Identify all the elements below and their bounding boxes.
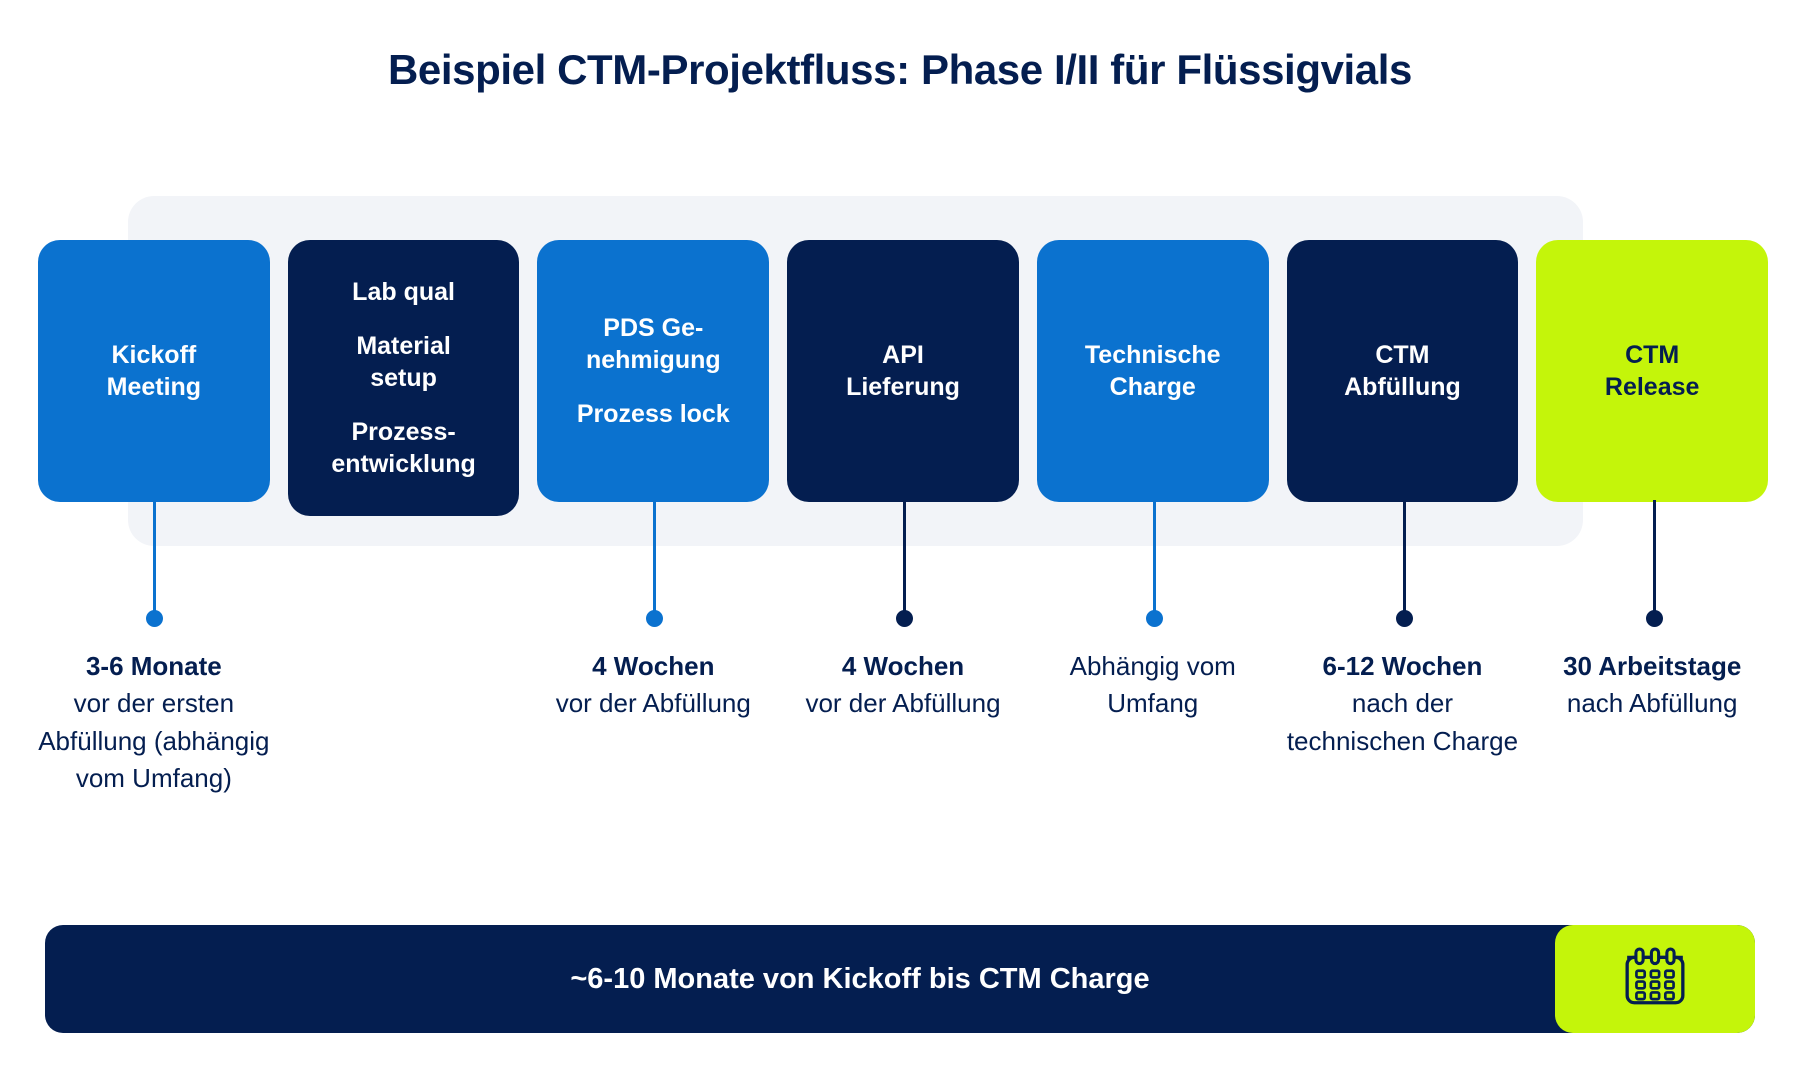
connector-line [903, 500, 906, 618]
caption-rest: vor der Abfüllung [555, 688, 751, 719]
connector-dot [1146, 610, 1163, 627]
stage-box-kickoff-meeting[interactable]: Kickoff Meeting [38, 240, 270, 502]
caption-lead: 3-6 Monate [85, 651, 222, 681]
stage-box-api-lieferung[interactable]: API Lieferung [787, 240, 1019, 502]
connector-dot [646, 610, 663, 627]
stage-label: Material setup [356, 332, 451, 392]
connector-line [153, 500, 156, 618]
stage-label: Technische Charge [1084, 341, 1221, 401]
caption-rest: vor der Abfüllung [805, 688, 1001, 719]
stage-label: Prozess lock [576, 400, 730, 428]
stage-label: CTM Release [1604, 341, 1700, 401]
caption-api-timing: 4 Wochen vor der Abfüllung [787, 648, 1019, 723]
connector-line [1153, 500, 1156, 618]
connector-line [1653, 500, 1656, 618]
stage-label: Kickoff Meeting [106, 341, 202, 401]
page-title: Beispiel CTM-Projektfluss: Phase I/II fü… [387, 46, 1412, 93]
stage-label: Lab qual [352, 278, 455, 306]
stage-label: PDS Ge-nehmigung [585, 314, 721, 374]
stage-box-technische-charge[interactable]: Technische Charge [1036, 240, 1269, 502]
caption-lead: 30 Arbeitstage [1563, 651, 1742, 681]
caption-pds-timing: 4 Wochen vor der Abfüllung [537, 648, 769, 723]
stage-box-pds-genehmigung[interactable]: PDS Ge-nehmigung Prozess lock [537, 240, 770, 502]
footer-summary-text: ~6-10 Monate von Kickoff bis CTM Charge [570, 962, 1150, 995]
connector-dot [146, 610, 163, 627]
connector-group [0, 500, 1800, 640]
footer-icon-panel [1555, 925, 1755, 1033]
calendar-icon [1625, 947, 1685, 1005]
caption-rest: nach der technischen Charge [1286, 688, 1519, 756]
footer-summary-bar: ~6-10 Monate von Kickoff bis CTM Charge [45, 925, 1755, 1033]
stage-box-ctm-release[interactable]: CTM Release [1536, 240, 1769, 502]
connector-dot [1646, 610, 1663, 627]
caption-lead: 6-12 Wochen [1322, 651, 1483, 681]
caption-ctm-release-timing: 30 Arbeitstage nach Abfüllung [1536, 648, 1768, 723]
caption-rest: vor der ersten Abfüllung (abhängig vom U… [38, 688, 270, 794]
connector-dot [1396, 610, 1413, 627]
stage-label: Prozess-entwicklung [331, 418, 476, 478]
caption-kickoff-timing: 3-6 Monate vor der ersten Abfüllung (abhä… [38, 648, 270, 798]
connector-dot [896, 610, 913, 627]
stage-label: API Lieferung [846, 341, 960, 401]
stage-label: CTM Abfüllung [1344, 341, 1461, 401]
caption-lead: 4 Wochen [592, 651, 715, 681]
stage-row: Kickoff Meeting Lab qual Material setup Proze… [38, 240, 1769, 516]
caption-lead: 4 Wochen [841, 651, 965, 681]
diagram-canvas: Beispiel CTM-Projektfluss: Phase I/II fü… [0, 0, 1800, 1090]
caption-ctm-abfuellung-timing: 6-12 Wochen nach der technischen Charge [1287, 648, 1519, 760]
caption-row: 3-6 Monate vor der ersten Abfüllung (abhä… [38, 648, 1768, 868]
caption-technische-charge-timing: Abhängig vom Umfang [1037, 648, 1269, 723]
caption-rest: Abhängig vom Umfang [1069, 651, 1236, 719]
stage-box-lab-qual-material-setup[interactable]: Lab qual Material setup Prozess-entwicklung [287, 240, 520, 516]
stage-box-ctm-abfuellung[interactable]: CTM Abfüllung [1286, 240, 1519, 502]
caption-rest: nach Abfüllung [1566, 688, 1738, 719]
connector-line [653, 500, 656, 618]
connector-line [1403, 500, 1406, 618]
